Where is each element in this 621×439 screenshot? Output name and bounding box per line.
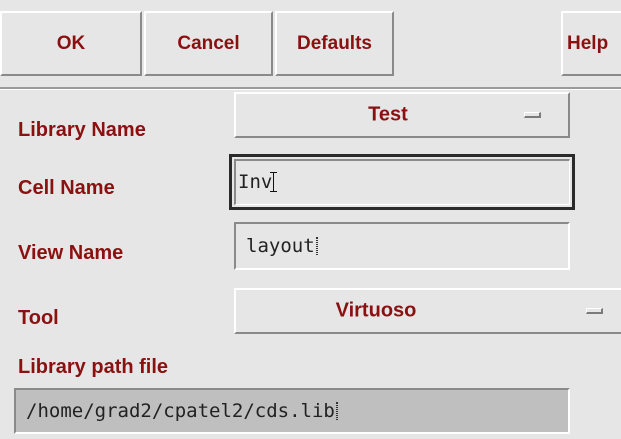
cell-name-label: Cell Name — [18, 177, 115, 199]
ok-button[interactable]: OK — [0, 11, 142, 76]
text-caret-icon — [335, 402, 338, 420]
library-path-file-input[interactable]: /home/grad2/cpatel2/cds.lib — [14, 388, 570, 434]
view-name-value: layout — [246, 235, 315, 257]
view-name-input[interactable]: layout — [234, 222, 570, 270]
tool-label: Tool — [18, 307, 59, 329]
library-name-value: Test — [368, 103, 408, 126]
cyclic-field-marker-icon — [586, 308, 603, 314]
library-path-file-label: Library path file — [18, 356, 169, 378]
library-name-cyclic-field[interactable]: Test — [234, 92, 570, 138]
defaults-button[interactable]: Defaults — [275, 11, 394, 76]
help-button[interactable]: Help — [561, 11, 621, 76]
library-path-file-value: /home/grad2/cpatel2/cds.lib — [26, 400, 335, 422]
library-name-label: Library Name — [18, 119, 146, 141]
cyclic-field-marker-icon — [524, 112, 541, 118]
cell-name-input[interactable]: Inv — [229, 154, 575, 210]
ibeam-cursor-icon — [270, 172, 278, 192]
tool-value: Virtuoso — [335, 299, 417, 322]
button-bar: OK Cancel Defaults Help — [0, 0, 621, 89]
tool-cyclic-field[interactable]: Virtuoso — [234, 288, 621, 334]
cancel-button[interactable]: Cancel — [144, 11, 273, 76]
text-caret-icon — [315, 237, 318, 255]
cell-name-input-bevel — [234, 159, 570, 205]
view-name-label: View Name — [18, 242, 124, 264]
cell-name-value: Inv — [238, 171, 273, 193]
